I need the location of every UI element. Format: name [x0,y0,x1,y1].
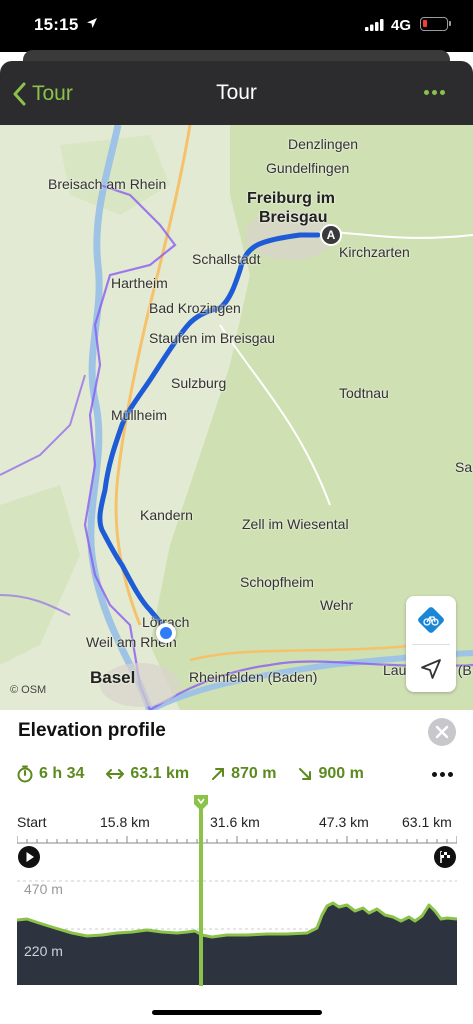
locate-me-button[interactable] [419,657,443,681]
map-label-basel: Basel [90,668,136,687]
map-label-sa: Sa [455,459,473,475]
map-label-schopfheim: Schopfheim [240,574,314,590]
page-title: Tour [216,81,257,104]
close-button[interactable] [428,718,456,746]
stat-distance: 63.1 km [106,765,189,783]
app-screen: 15:15 4G Tour Tour Denzlingen Gundelfing… [0,0,473,1024]
nav-header: Tour Tour [0,61,473,125]
navigation-arrow-icon [421,659,441,679]
stat-descent: 900 m [298,765,364,783]
map-label-breisach: Breisach am Rhein [48,176,167,192]
map-label-rheinfelden: Rheinfelden (Baden) [189,669,318,685]
status-time: 15:15 [34,15,79,34]
network-type: 4G [391,17,412,34]
elevation-title: Elevation profile [18,720,166,741]
home-indicator[interactable] [152,1010,322,1015]
stat-ascent: 870 m [211,765,276,783]
map-label-freiburg-line1: Freiburg im [247,190,336,207]
map-label-staufen: Staufen im Breisgau [149,330,276,346]
map-label-freiburg-line2: Breisgau [259,209,328,226]
map-label-denzlingen: Denzlingen [288,136,359,152]
distance-scale [17,836,457,844]
map-label-kandern: Kandern [140,507,193,523]
map-label-schallstadt: Schallstadt [192,251,261,267]
battery-icon [420,17,451,31]
map-background [0,125,473,710]
location-arrow-icon [87,18,97,28]
ascent-value: 870 m [231,765,277,782]
cursor-handle-icon[interactable] [192,794,210,812]
route-start-marker-label: A [326,228,336,242]
axis-label-31-6: 31.6 km [210,814,260,830]
map-label-bad-krozingen: Bad Krozingen [149,300,241,316]
map-label-muellheim: Müllheim [111,407,168,423]
map-label-sulzburg: Sulzburg [171,375,227,391]
more-options-button[interactable] [424,90,445,95]
bike-layer-button[interactable] [416,605,446,635]
descent-arrow-icon [299,768,312,780]
map-label-hartheim: Hartheim [111,275,168,291]
controls-divider [412,644,450,645]
close-icon [435,725,449,739]
finish-flag-icon [434,846,456,868]
bike-sign-icon [418,607,444,633]
national-border-2 [0,374,86,476]
elevation-label-low: 220 m [24,943,63,959]
start-flag-icon [18,846,40,868]
elevation-panel: Elevation profile 6 h 34 63.1 km 870 m 9… [0,710,473,1024]
map-view[interactable]: Denzlingen Gundelfingen Breisach am Rhei… [0,125,473,710]
axis-label-15-8: 15.8 km [100,814,150,830]
ascent-arrow-icon [212,768,225,780]
map-label-gundelfingen: Gundelfingen [266,160,350,176]
current-location-dot [156,623,176,643]
status-bar: 15:15 4G [0,0,473,52]
forest-patch-west [0,485,80,665]
map-label-zell: Zell im Wiesental [242,516,349,532]
tour-stats: 6 h 34 63.1 km 870 m 900 m [17,765,386,783]
map-attribution[interactable]: © OSM [10,684,46,696]
distance-arrows-icon [106,769,125,779]
elevation-label-high: 470 m [24,881,63,897]
stat-duration: 6 h 34 [17,765,84,783]
axis-label-47-3: 47.3 km [319,814,369,830]
descent-value: 900 m [318,765,364,782]
cellular-signal-icon [365,19,384,31]
map-label-todtnau: Todtnau [339,385,389,401]
route-start-marker[interactable]: A [320,224,342,246]
duration-value: 6 h 34 [39,765,85,782]
stats-more-button[interactable] [432,772,453,777]
map-label-wehr: Wehr [320,597,354,613]
distance-value: 63.1 km [130,765,190,782]
map-label-kirchzarten: Kirchzarten [339,244,410,260]
position-cursor[interactable] [199,796,203,986]
map-controls [406,596,456,692]
axis-label-63-1: 63.1 km [402,814,452,830]
axis-label-start: Start [17,814,47,830]
elevation-chart[interactable] [17,873,457,985]
stopwatch-icon [17,765,33,783]
